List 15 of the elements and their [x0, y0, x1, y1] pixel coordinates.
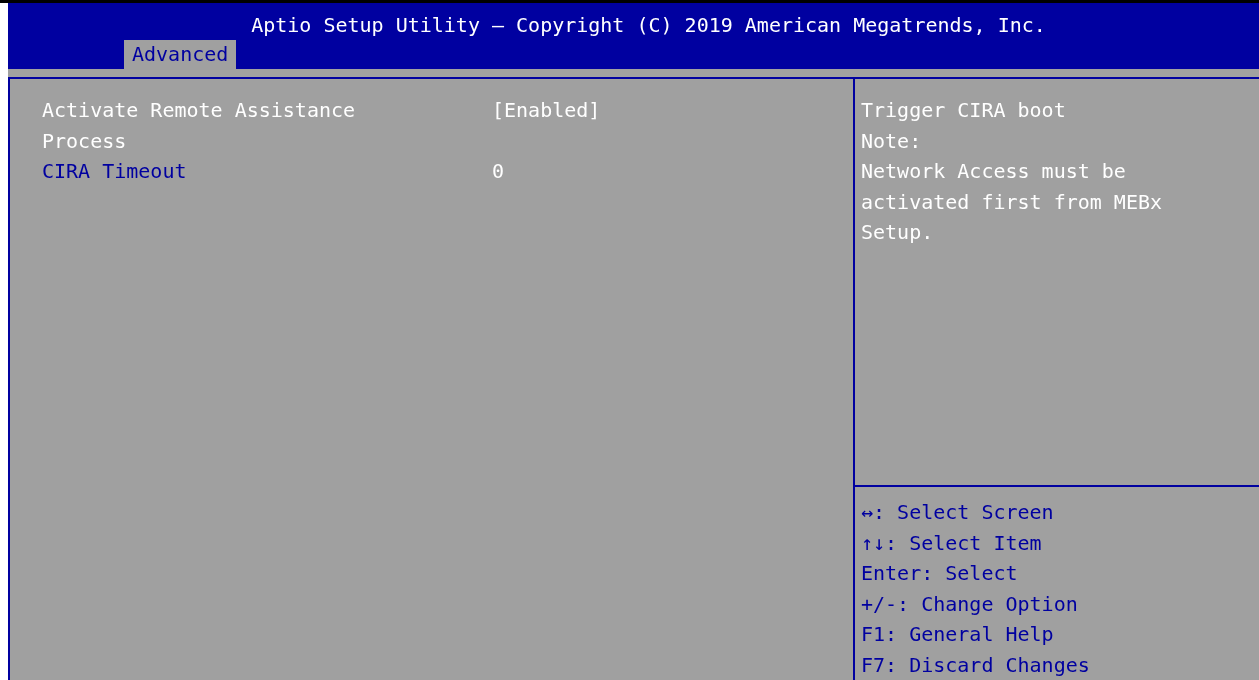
help-text: Network Access must be activated first from MEBx Setup.: [861, 158, 1164, 246]
setting-value[interactable]: 0: [492, 156, 505, 187]
help-text: Note:: [861, 127, 923, 155]
key-help-text: Enter: Select: [861, 560, 1019, 587]
setting-label[interactable]: CIRA Timeout: [42, 156, 390, 187]
setting-value[interactable]: [Enabled]: [492, 95, 601, 156]
key-help-text: ↔: Select Screen: [861, 499, 1055, 526]
setting-label[interactable]: Activate Remote Assistance Process: [42, 95, 390, 156]
tab[interactable]: Advanced: [124, 40, 237, 70]
key-help-text: ↑↓: Select Item: [861, 529, 1043, 557]
window-title: Aptio Setup Utility – Copyright (C) 2019 American Megatrends, Inc.: [250, 12, 1047, 40]
key-help-text: F1: General Help: [861, 621, 1055, 648]
key-help-text: F7: Discard Changes: [861, 651, 1091, 679]
key-help-text: +/-: Change Option: [861, 590, 1079, 618]
help-text: Trigger CIRA boot: [861, 97, 1067, 124]
